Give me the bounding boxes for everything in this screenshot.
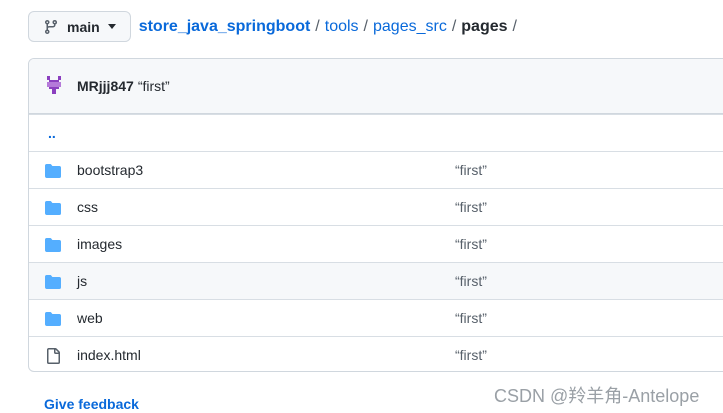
folder-icon [45,274,61,290]
breadcrumb-link-tools[interactable]: tools [325,18,359,36]
git-branch-icon [43,19,59,35]
folder-icon [45,311,61,327]
breadcrumb-separator: / [451,17,457,35]
file-row[interactable]: images “first” [29,225,723,262]
breadcrumb: store_java_springboot / tools / pages_sr… [139,18,522,36]
file-row[interactable]: index.html “first” [29,336,723,371]
breadcrumb-current: pages [461,17,508,35]
file-name-link[interactable]: index.html [77,347,141,363]
file-row[interactable]: css “first” [29,188,723,225]
latest-commit-bar: MRjjj847 “first” [29,59,723,114]
give-feedback-link[interactable]: Give feedback [44,396,139,412]
file-name-link[interactable]: images [77,236,122,252]
parent-directory-row[interactable]: .. [29,114,723,151]
repo-header: main store_java_springboot / tools / pag… [28,11,522,42]
folder-icon [45,200,61,216]
breadcrumb-repo-link[interactable]: store_java_springboot [139,18,311,36]
breadcrumb-separator: / [315,17,320,35]
file-row[interactable]: web “first” [29,299,723,336]
branch-selector-button[interactable]: main [28,11,131,42]
file-name-link[interactable]: web [77,310,103,326]
file-icon [45,348,61,364]
commit-message[interactable]: “first” [138,78,170,94]
file-commit-message[interactable]: “first” [455,162,487,178]
file-commit-message[interactable]: “first” [455,347,487,363]
parent-directory-link[interactable]: .. [48,125,56,141]
file-name-link[interactable]: css [77,199,98,215]
breadcrumb-link-pages-src[interactable]: pages_src [373,18,447,36]
avatar[interactable] [43,75,65,97]
file-commit-message[interactable]: “first” [455,273,487,289]
commit-author[interactable]: MRjjj847 [77,78,134,94]
folder-icon [45,237,61,253]
breadcrumb-separator: / [363,17,368,35]
breadcrumb-separator: / [512,17,517,35]
file-commit-message[interactable]: “first” [455,199,487,215]
branch-label: main [67,18,100,35]
file-commit-message[interactable]: “first” [455,236,487,252]
file-row[interactable]: js “first” [29,262,723,299]
folder-icon [45,163,61,179]
file-name-link[interactable]: bootstrap3 [77,162,143,178]
file-browser: MRjjj847 “first” .. bootstrap3 “first” c… [28,58,723,372]
file-row[interactable]: bootstrap3 “first” [29,151,723,188]
watermark: CSDN @羚羊角-Antelope [494,386,700,406]
file-name-link[interactable]: js [77,273,87,289]
caret-down-icon [107,24,116,29]
file-commit-message[interactable]: “first” [455,310,487,326]
